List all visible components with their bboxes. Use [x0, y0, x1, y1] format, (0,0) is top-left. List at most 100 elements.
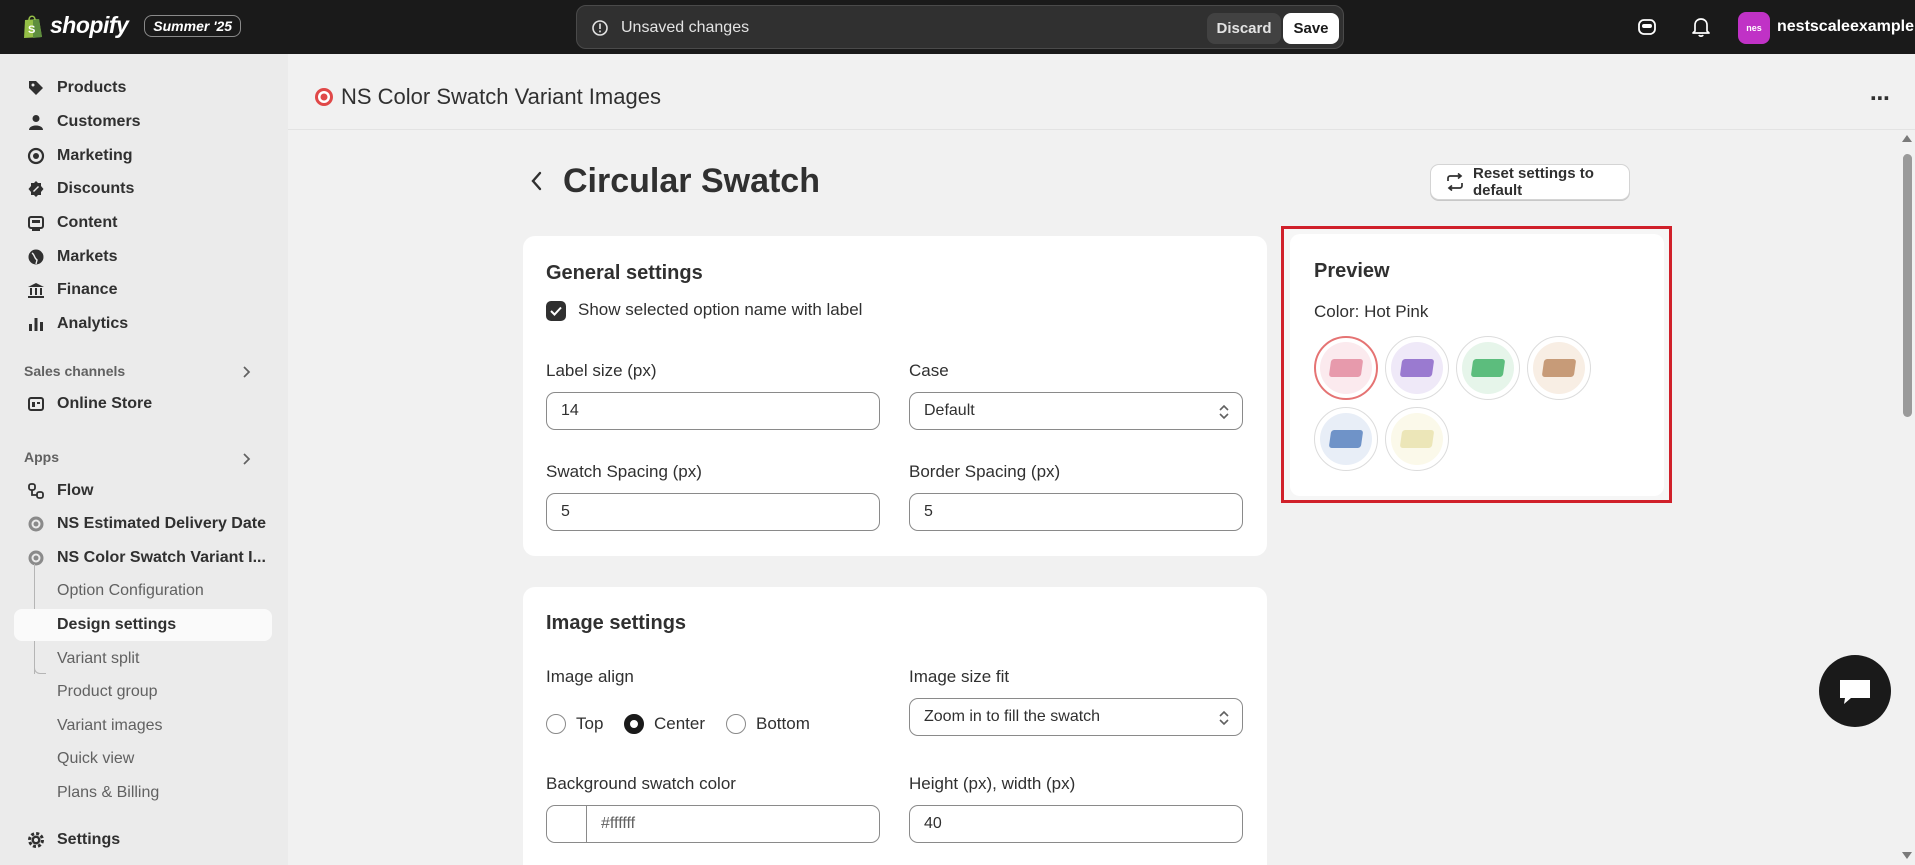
sidebar-item-products[interactable]: Products — [14, 72, 272, 104]
scroll-thumb[interactable] — [1903, 154, 1912, 417]
preview-title: Preview — [1314, 260, 1390, 282]
sidebar-item-finance[interactable]: Finance — [14, 274, 272, 306]
sub-item-option-configuration[interactable]: Option Configuration — [14, 575, 272, 607]
sidebar-item-ns-estimated-delivery-date[interactable]: NS Estimated Delivery Date — [14, 508, 272, 540]
notifications-bell-icon[interactable] — [1688, 14, 1714, 40]
sidebar-item-label: Discounts — [57, 180, 135, 197]
app-title: NS Color Swatch Variant Images — [341, 84, 661, 109]
store-name[interactable]: nestscaleexample — [1777, 18, 1914, 36]
swatch-inner — [1462, 342, 1514, 394]
app-header: NS Color Swatch Variant Images ⋯ — [288, 54, 1915, 130]
sidebar-item-markets[interactable]: Markets — [14, 241, 272, 273]
sidebar-item-label: Markets — [57, 248, 118, 265]
align-center-label[interactable]: Center — [654, 714, 705, 734]
sidebar-item-discounts[interactable]: Discounts — [14, 173, 272, 205]
chevron-right-icon[interactable] — [240, 452, 252, 466]
scroll-down-arrow-icon[interactable] — [1902, 852, 1912, 859]
sidebar-item-flow[interactable]: Flow — [14, 475, 272, 507]
back-arrow-icon[interactable] — [528, 170, 546, 192]
align-bottom-radio[interactable] — [726, 714, 746, 734]
reset-arrows-icon — [1445, 173, 1465, 191]
edition-badge[interactable]: Summer '25 — [144, 14, 242, 37]
sidekick-icon[interactable] — [1634, 14, 1660, 40]
label-size-input[interactable]: 14 — [546, 392, 880, 430]
sub-item-design-settings[interactable]: Design settings — [14, 609, 272, 641]
sidebar-item-label: Analytics — [57, 315, 129, 332]
chat-bubble-icon — [1840, 680, 1870, 704]
swatch-inner — [1533, 342, 1585, 394]
swatch-fabric-image — [1399, 359, 1435, 377]
swatch-purple[interactable] — [1385, 336, 1449, 400]
sidebar-item-ns-color-swatch[interactable]: NS Color Swatch Variant I... — [14, 542, 272, 574]
app-target-icon — [26, 548, 46, 568]
sub-item-product-group[interactable]: Product group — [14, 676, 272, 708]
shopify-logo[interactable]: S shopify Summer '25 — [22, 12, 242, 39]
sidebar-item-label: Finance — [57, 281, 118, 298]
bg-swatch-color-input[interactable]: #ffffff — [546, 805, 880, 843]
align-center-radio[interactable] — [624, 714, 644, 734]
svg-text:S: S — [28, 24, 35, 36]
content-icon — [26, 213, 46, 233]
swatch-cream[interactable] — [1385, 407, 1449, 471]
contextual-save-bar: Unsaved changes Discard Save — [576, 5, 1344, 49]
scroll-up-arrow-icon[interactable] — [1902, 135, 1912, 142]
swatch-spacing-input[interactable]: 5 — [546, 493, 880, 531]
image-size-fit-value: Zoom in to fill the swatch — [924, 708, 1101, 725]
storefront-icon — [26, 394, 46, 414]
sidebar-item-label: NS Color Swatch Variant I... — [57, 549, 266, 566]
height-width-input[interactable]: 40 — [909, 805, 1243, 843]
case-select[interactable]: Default — [909, 392, 1243, 430]
image-settings-title: Image settings — [546, 612, 687, 634]
bell-icon — [1692, 18, 1710, 37]
page-scrollbar[interactable] — [1899, 130, 1915, 865]
swatch-tan[interactable] — [1527, 336, 1591, 400]
bg-swatch-color-label: Background swatch color — [546, 774, 736, 793]
sidebar-item-customers[interactable]: Customers — [14, 106, 272, 138]
swatch-green[interactable] — [1456, 336, 1520, 400]
align-top-label[interactable]: Top — [576, 714, 603, 734]
swatch-fabric-image — [1328, 359, 1364, 377]
show-option-name-label[interactable]: Show selected option name with label — [578, 300, 862, 320]
border-spacing-input[interactable]: 5 — [909, 493, 1243, 531]
person-icon — [26, 112, 46, 132]
more-actions-icon[interactable]: ⋯ — [1870, 86, 1891, 111]
sales-channels-heading[interactable]: Sales channels — [24, 363, 125, 379]
case-select-value: Default — [924, 402, 975, 419]
sidebar-item-analytics[interactable]: Analytics — [14, 308, 272, 340]
sub-item-variant-split[interactable]: Variant split — [14, 643, 272, 675]
apps-heading[interactable]: Apps — [24, 449, 59, 465]
align-top-radio[interactable] — [546, 714, 566, 734]
swatch-fabric-image — [1541, 359, 1577, 377]
reset-label: Reset settings to default — [1473, 165, 1594, 199]
sidebar-item-content[interactable]: Content — [14, 207, 272, 239]
color-preview-box[interactable] — [547, 806, 587, 842]
save-button[interactable]: Save — [1283, 13, 1339, 44]
image-settings-card: Image settings Image align Top Center Bo… — [523, 587, 1267, 865]
sidebar-item-marketing[interactable]: Marketing — [14, 140, 272, 172]
sidebar-item-online-store[interactable]: Online Store — [14, 388, 272, 420]
tag-icon — [26, 78, 46, 98]
label-size-label: Label size (px) — [546, 361, 657, 380]
gear-icon — [26, 830, 46, 850]
preview-card: Preview Color: Hot Pink — [1290, 234, 1664, 496]
store-avatar[interactable]: nes — [1738, 12, 1770, 44]
discard-button[interactable]: Discard — [1207, 13, 1281, 44]
align-bottom-label[interactable]: Bottom — [756, 714, 810, 734]
alert-circle-icon — [592, 20, 608, 36]
discount-icon — [26, 179, 46, 199]
show-option-name-checkbox[interactable] — [546, 301, 566, 321]
sidebar-item-label: Settings — [57, 831, 121, 848]
sub-item-quick-view[interactable]: Quick view — [14, 743, 272, 775]
reset-settings-button[interactable]: Reset settings to default — [1430, 164, 1630, 200]
chat-button[interactable] — [1819, 655, 1891, 727]
target-icon — [26, 146, 46, 166]
image-size-fit-select[interactable]: Zoom in to fill the swatch — [909, 698, 1243, 736]
sidebar-item-settings[interactable]: Settings — [14, 824, 272, 856]
chevron-right-icon[interactable] — [240, 365, 252, 379]
sub-item-plans-billing[interactable]: Plans & Billing — [14, 777, 272, 809]
swatch-hot-pink[interactable] — [1314, 336, 1378, 400]
sub-item-variant-images[interactable]: Variant images — [14, 710, 272, 742]
select-chevrons-icon — [1219, 710, 1229, 726]
swatch-inner — [1320, 342, 1372, 394]
swatch-blue[interactable] — [1314, 407, 1378, 471]
